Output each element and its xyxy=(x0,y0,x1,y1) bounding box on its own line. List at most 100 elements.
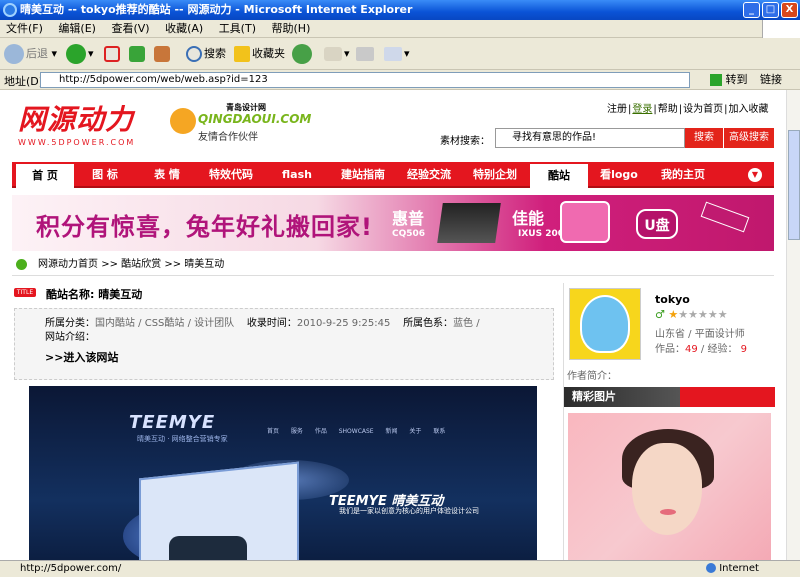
author-location: 山东省 / 平面设计师 xyxy=(655,329,745,340)
featured-photo[interactable] xyxy=(568,413,771,560)
exp-count: 9 xyxy=(740,344,748,355)
login-link[interactable]: 登录 xyxy=(631,104,653,115)
status-text: http://5dpower.com/ xyxy=(20,563,122,574)
search-icon xyxy=(186,46,202,62)
home-button[interactable] xyxy=(154,42,172,66)
author-stats: 作品：49 / 经验： 9 xyxy=(655,340,747,355)
category-links[interactable]: 国内酷站 / CSS酷站 / 设计团队 xyxy=(95,318,234,329)
back-button[interactable]: 后退 ▾ xyxy=(4,42,57,66)
nav-home[interactable]: 首 页 xyxy=(16,162,74,188)
star-icon: ★ xyxy=(698,308,708,321)
address-url: http://5dpower.com/web/web.asp?id=123 xyxy=(59,74,268,85)
star-icon: ★ xyxy=(668,308,679,321)
banner-slogan: 积分有惊喜，兔年好礼搬回家! xyxy=(36,213,373,241)
star-icon xyxy=(234,46,250,62)
back-arrow-icon xyxy=(4,44,24,64)
register-link[interactable]: 注册 xyxy=(606,104,628,115)
nav-my-home[interactable]: 我的主页 xyxy=(652,162,714,188)
nav-flash[interactable]: flash xyxy=(266,162,328,188)
breadcrumb-home[interactable]: 网源动力首页 xyxy=(38,259,98,270)
banner-brand-hp: 惠普 xyxy=(392,209,425,228)
stop-button[interactable] xyxy=(104,42,122,66)
nav-logo[interactable]: 看logo xyxy=(590,162,648,188)
breadcrumb-current[interactable]: 晴美互动 xyxy=(184,259,224,270)
site-name: 酷站名称: 晴美互动 xyxy=(46,286,142,302)
print-button[interactable] xyxy=(356,42,376,66)
back-label: 后退 xyxy=(26,47,48,60)
intro-row: 网站介绍： xyxy=(45,328,95,343)
advanced-search-button[interactable]: 高级搜索 xyxy=(724,128,774,148)
status-bar: http://5dpower.com/ Internet xyxy=(0,560,800,577)
banner-usb-label: U盘 xyxy=(636,209,678,239)
menu-edit[interactable]: 编辑(E) xyxy=(52,20,102,38)
address-label: 地址(D) xyxy=(4,75,44,88)
search-button[interactable]: 搜索 xyxy=(186,42,226,66)
breadcrumb-cool-sites[interactable]: 酷站欣赏 xyxy=(121,259,161,270)
nav-effects[interactable]: 特效代码 xyxy=(200,162,262,188)
author-bio-label: 作者简介： xyxy=(567,371,617,382)
nav-guide[interactable]: 建站指南 xyxy=(332,162,394,188)
top-links: 注册|登录|帮助|设为首页|加入收藏 xyxy=(606,104,770,115)
favorites-button[interactable]: 收藏夹 xyxy=(234,42,285,66)
menu-help[interactable]: 帮助(H) xyxy=(266,20,317,38)
color-label: 所属色系： xyxy=(403,318,454,329)
author-name[interactable]: tokyo xyxy=(655,293,690,306)
nav-cool-sites[interactable]: 酷站 xyxy=(530,162,588,188)
info-box: 所属分类：国内酷站 / CSS酷站 / 设计团队 收录时间：2010-9-25 … xyxy=(14,308,554,380)
scrollbar-thumb[interactable] xyxy=(788,130,800,240)
nav-special[interactable]: 特别企划 xyxy=(464,162,526,188)
maximize-button[interactable]: □ xyxy=(762,2,779,18)
works-count: 49 xyxy=(685,344,698,355)
mail-icon xyxy=(324,47,342,61)
edit-button[interactable]: ▾ xyxy=(384,42,410,66)
menu-tools[interactable]: 工具(T) xyxy=(213,20,262,38)
nav-exchange[interactable]: 经验交流 xyxy=(398,162,460,188)
nav-dropdown-icon[interactable]: ▼ xyxy=(748,168,762,182)
nav-emoticons[interactable]: 表 情 xyxy=(138,162,196,188)
forward-button[interactable]: ▾ xyxy=(66,42,94,66)
go-arrow-icon xyxy=(710,74,722,86)
nav-icons[interactable]: 图 标 xyxy=(76,162,134,188)
page-viewport: 网源动力 WWW.5DPOWER.COM 青岛设计网 QINGDAOUI.COM… xyxy=(0,90,786,560)
site-preview-image[interactable]: TEEMYE 晴美互动 · 网络整合营销专家 首页 服务 作品 SHOWCASE… xyxy=(29,386,537,560)
partner-logo[interactable]: 青岛设计网 QINGDAOUI.COM 友情合作伙伴 xyxy=(170,102,311,146)
avatar-cartoon xyxy=(580,295,630,353)
menu-favorites[interactable]: 收藏(A) xyxy=(159,20,209,38)
set-homepage-link[interactable]: 设为首页 xyxy=(682,104,724,115)
history-button[interactable] xyxy=(292,42,314,66)
site-search-button[interactable]: 搜索 xyxy=(685,128,723,148)
help-link[interactable]: 帮助 xyxy=(657,104,679,115)
toolbar: 后退 ▾ ▾ 搜索 收藏夹 ▾ ▾ xyxy=(0,38,800,70)
photo-lips xyxy=(660,509,676,515)
refresh-icon xyxy=(129,46,145,62)
vertical-scrollbar[interactable] xyxy=(786,90,800,560)
preview-menu: 首页 服务 作品 SHOWCASE 新闻 关于 联系 xyxy=(267,428,446,435)
menu-view[interactable]: 查看(V) xyxy=(105,20,155,38)
main-nav: 首 页 图 标 表 情 特效代码 flash 建站指南 经验交流 特别企划 酷站… xyxy=(12,162,774,188)
add-favorite-link[interactable]: 加入收藏 xyxy=(728,104,770,115)
history-icon xyxy=(292,44,312,64)
author-panel: tokyo ♂ ★★★★★★ 山东省 / 平面设计师 作品：49 / 经验： 9… xyxy=(563,283,775,560)
color-value[interactable]: 蓝色 / xyxy=(453,318,480,329)
mail-button[interactable]: ▾ xyxy=(324,42,350,66)
exp-label: / 经验： xyxy=(700,344,738,355)
star-icon: ★ xyxy=(717,308,728,321)
close-button[interactable]: X xyxy=(781,2,798,18)
links-button[interactable]: 链接 xyxy=(760,72,782,88)
usb-drive-image xyxy=(700,201,750,233)
address-bar: 地址(D) http://5dpower.com/web/web.asp?id=… xyxy=(0,70,800,90)
go-button[interactable]: 转到 xyxy=(710,72,748,88)
author-rating: ♂ ★★★★★★ xyxy=(655,308,728,321)
partner-label: 友情合作伙伴 xyxy=(198,132,258,143)
refresh-button[interactable] xyxy=(129,42,147,66)
site-name-label: 酷站名称: xyxy=(46,288,95,301)
stop-icon xyxy=(104,46,120,62)
minimize-button[interactable]: _ xyxy=(743,2,760,18)
promo-banner[interactable]: 积分有惊喜，兔年好礼搬回家! 惠普 CQ506 佳能 IXUS 200 U盘 xyxy=(12,195,774,251)
menu-file[interactable]: 文件(F) xyxy=(0,20,49,38)
address-input[interactable]: http://5dpower.com/web/web.asp?id=123 xyxy=(40,72,690,88)
enter-site-link[interactable]: >>进入该网站 xyxy=(45,349,118,365)
site-search-input[interactable]: 寻找有意思的作品! xyxy=(495,128,685,148)
site-logo[interactable]: 网源动力 WWW.5DPOWER.COM xyxy=(18,98,158,148)
avatar[interactable] xyxy=(569,288,641,360)
